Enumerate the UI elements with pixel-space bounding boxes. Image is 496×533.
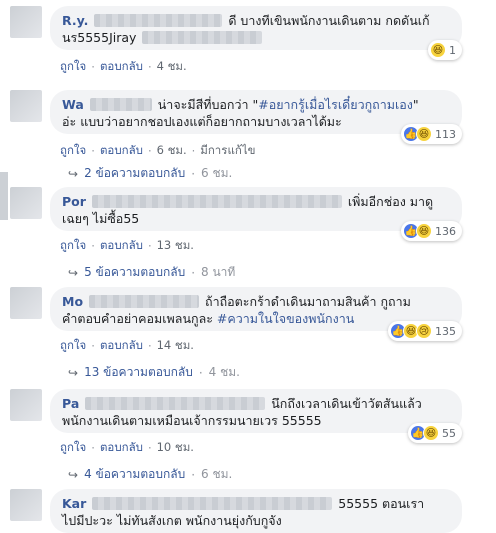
like-link[interactable]: ถูกใจ: [60, 439, 86, 457]
hashtag-link[interactable]: #อยากรู้เมื่อไรเดี๋ยวกูถามเอง: [258, 97, 413, 112]
reaction-summary[interactable]: 👍 😆 136: [401, 221, 462, 241]
comment-text-line2: พนักงานเดินตามเหมือนเจ้ากรรมนายเวร 55555: [62, 413, 322, 428]
comment-author[interactable]: Wa: [62, 97, 84, 112]
replies-count[interactable]: 5 ข้อความตอบกลับ: [84, 263, 185, 282]
replies-time: 4 ชม.: [208, 365, 240, 379]
redacted-name: [89, 295, 200, 308]
reaction-count: 1: [449, 43, 456, 57]
comment-text-line2: อ่ะ แบบว่าอยากชอปเองแต่ก็อยากถามบางเวลาไ…: [62, 114, 342, 129]
view-replies[interactable]: ↪ 2 ข้อความตอบกลับ · 6 ชม.: [68, 164, 232, 183]
like-link[interactable]: ถูกใจ: [60, 142, 86, 160]
like-link[interactable]: ถูกใจ: [60, 58, 86, 76]
avatar[interactable]: [10, 90, 42, 122]
redacted-name: [85, 397, 266, 410]
comment-text: เพิ่มอีกช่อง มาดู: [347, 194, 434, 209]
avatar[interactable]: [10, 389, 42, 421]
comment-author[interactable]: R.y.: [62, 13, 88, 28]
comment-text-line2: เฉยๆ ไม่ซื้อ55: [62, 211, 140, 226]
haha-reaction-icon: 😆: [423, 425, 439, 441]
avatar[interactable]: [10, 6, 42, 38]
sad-reaction-icon: 😢: [416, 323, 432, 339]
comment-author[interactable]: Pa: [62, 396, 79, 411]
redacted-name: [92, 497, 333, 510]
comment-bubble: Kar 55555 ตอนเรา ไปมีปะวะ ไม่ทันสังเกต พ…: [50, 489, 462, 533]
comment-author[interactable]: Por: [62, 194, 86, 209]
hashtag-link[interactable]: #ความในใจของพนักงาน: [217, 311, 354, 326]
comment-text-line2: คำตอบคำอย่าคอมเพลนกูละ: [62, 311, 217, 326]
view-replies[interactable]: ↪ 4 ข้อความตอบกลับ · 6 ชม.: [68, 465, 232, 484]
avatar[interactable]: [10, 187, 42, 219]
like-link[interactable]: ถูกใจ: [60, 237, 86, 255]
reaction-count: 135: [435, 324, 456, 338]
reply-arrow-icon: ↪: [68, 265, 79, 280]
comment-actions: ถูกใจ · ตอบกลับ · 4 ชม.: [60, 58, 187, 76]
reply-link[interactable]: ตอบกลับ: [100, 439, 143, 457]
replies-count[interactable]: 13 ข้อความตอบกลับ: [84, 363, 193, 382]
reaction-count: 136: [435, 224, 456, 238]
view-replies[interactable]: ↪ 13 ข้อความตอบกลับ · 4 ชม.: [68, 363, 240, 382]
redacted-name: [91, 195, 342, 208]
reply-link[interactable]: ตอบกลับ: [100, 142, 143, 160]
redacted-text: [142, 31, 263, 44]
like-link[interactable]: ถูกใจ: [60, 337, 86, 355]
comment-time[interactable]: 4 ชม.: [157, 58, 187, 76]
replies-count[interactable]: 4 ข้อความตอบกลับ: [84, 465, 185, 484]
comment-text-line2: ไปมีปะวะ ไม่ทันสังเกต พนักงานยุ่งกับกูจั…: [62, 513, 282, 528]
reply-arrow-icon: ↪: [68, 166, 79, 181]
comment-actions: ถูกใจ · ตอบกลับ · 10 ชม.: [60, 439, 194, 457]
reply-link[interactable]: ตอบกลับ: [100, 237, 143, 255]
haha-reaction-icon: 😆: [416, 126, 432, 142]
reaction-summary[interactable]: 👍 😆 113: [401, 124, 462, 144]
haha-reaction-icon: 😆: [430, 42, 446, 58]
comment-bubble: Por เพิ่มอีกช่อง มาดู เฉยๆ ไม่ซื้อ55 👍 😆…: [50, 187, 462, 241]
avatar[interactable]: [10, 287, 42, 319]
comment-bubble: Pa นึกถึงเวลาเดินเข้าวัตสันแล้ว พนักงานเ…: [50, 389, 462, 443]
reaction-summary[interactable]: 👍 😆 55: [408, 423, 462, 443]
reply-arrow-icon: ↪: [68, 365, 79, 380]
reaction-count: 113: [435, 127, 456, 141]
comment-text: ถ้าถือตะกร้าดำเดินมาถามสินค้า กูถาม: [205, 294, 411, 309]
comment-bubble: Wa น่าจะมีสีที่บอกว่า "#อยากรู้เมื่อไรเด…: [50, 90, 462, 144]
comment-actions: ถูกใจ · ตอบกลับ · 14 ชม.: [60, 337, 194, 355]
view-replies[interactable]: ↪ 5 ข้อความตอบกลับ · 8 นาที: [68, 263, 235, 282]
haha-reaction-icon: 😆: [416, 223, 432, 239]
reply-link[interactable]: ตอบกลับ: [100, 58, 143, 76]
comment-time[interactable]: 6 ชม.: [157, 142, 187, 160]
comment-text: น่าจะมีสีที่บอกว่า ": [157, 97, 259, 112]
reaction-summary[interactable]: 😆 1: [428, 40, 462, 60]
redacted-name: [94, 14, 223, 27]
comment-time[interactable]: 13 ชม.: [157, 237, 194, 255]
comment-bubble: Mo ถ้าถือตะกร้าดำเดินมาถามสินค้า กูถาม ค…: [50, 287, 462, 341]
comment-text: นึกถึงเวลาเดินเข้าวัตสันแล้ว: [271, 396, 422, 411]
reply-arrow-icon: ↪: [68, 467, 79, 482]
reaction-summary[interactable]: 👍 😆 😢 135: [388, 321, 462, 341]
comment-bubble: R.y. ดี บางทีเขินพนักงานเดินตาม กดดันเก้…: [50, 6, 462, 60]
replies-time: 8 นาที: [201, 265, 236, 279]
reaction-count: 55: [442, 426, 456, 440]
redacted-name: [89, 98, 152, 111]
reply-link[interactable]: ตอบกลับ: [100, 337, 143, 355]
comment-time[interactable]: 10 ชม.: [157, 439, 194, 457]
replies-time: 6 ชม.: [201, 166, 233, 180]
comment-text: ดี บางทีเขินพนักงานเดินตาม กดดันเก้: [228, 13, 430, 28]
comment-author[interactable]: Kar: [62, 496, 86, 511]
comment-text: 55555 ตอนเรา: [338, 496, 425, 511]
left-edge-strip: [0, 172, 8, 220]
comment-text-line2: นร5555Jiray: [62, 30, 137, 45]
avatar[interactable]: [10, 489, 42, 521]
comment-actions: ถูกใจ · ตอบกลับ · 6 ชม. · มีการแก้ไข: [60, 142, 256, 160]
comment-actions: ถูกใจ · ตอบกลับ · 13 ชม.: [60, 237, 194, 255]
comment-author[interactable]: Mo: [62, 294, 83, 309]
comment-time[interactable]: 14 ชม.: [157, 337, 194, 355]
replies-time: 6 ชม.: [201, 467, 233, 481]
replies-count[interactable]: 2 ข้อความตอบกลับ: [84, 164, 185, 183]
edited-label[interactable]: มีการแก้ไข: [200, 142, 255, 160]
